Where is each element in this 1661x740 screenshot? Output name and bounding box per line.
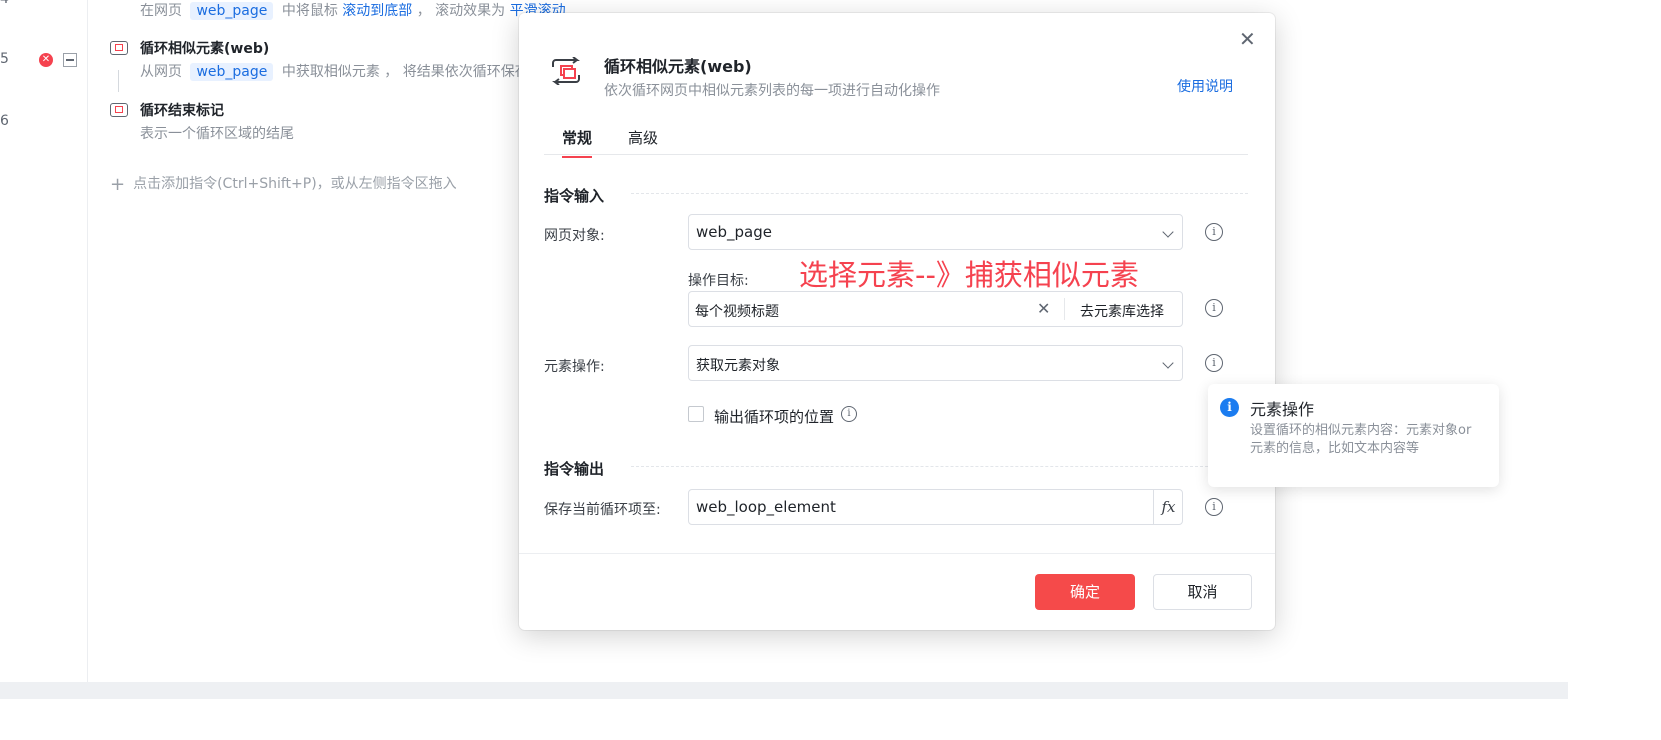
output-position-checkbox[interactable] <box>688 406 704 422</box>
target-element-value: 每个视频标题 <box>695 304 779 320</box>
web-object-select[interactable]: web_page <box>688 214 1183 250</box>
variable-chip[interactable]: web_page <box>190 2 274 20</box>
line-number: 6 <box>0 113 9 129</box>
save-variable-value: web_loop_element <box>696 498 836 516</box>
param-link[interactable]: 滚动到底部 <box>342 3 412 19</box>
tab-general[interactable]: 常规 <box>562 127 593 158</box>
annotation-text: 选择元素--》捕获相似元素 <box>799 258 1139 292</box>
separator <box>1064 298 1065 320</box>
step-description: 表示一个循环区域的结尾 <box>140 126 294 142</box>
info-icon[interactable]: i <box>1205 498 1223 516</box>
info-filled-icon: i <box>1220 398 1239 417</box>
fx-icon[interactable]: fx <box>1153 490 1183 524</box>
loop-end-icon <box>110 103 128 117</box>
dialog-subtitle: 依次循环网页中相似元素列表的每一项进行自动化操作 <box>604 83 940 99</box>
info-icon[interactable]: i <box>1205 299 1223 317</box>
element-library-button[interactable]: 去元素库选择 <box>1080 301 1164 321</box>
tooltip-title: 元素操作 <box>1250 400 1315 419</box>
element-op-value: 获取元素对象 <box>696 358 780 374</box>
cancel-button[interactable]: 取消 <box>1153 574 1252 610</box>
step-description: 从网页 web_page 中获取相似元素 ， 将结果依次循环保存至 <box>140 63 543 81</box>
footer-divider <box>519 553 1275 554</box>
element-op-select[interactable]: 获取元素对象 <box>688 345 1183 381</box>
add-instruction-row[interactable]: + 点击添加指令(Ctrl+Shift+P)，或从左侧指令区拖入 <box>110 173 457 195</box>
variable-chip[interactable]: web_page <box>190 63 274 81</box>
element-op-label: 元素操作: <box>544 359 605 375</box>
target-element-field[interactable]: 每个视频标题 ✕ 去元素库选择 <box>688 291 1183 327</box>
line-gutter <box>0 0 88 682</box>
chevron-down-icon <box>1162 226 1174 238</box>
section-input-title: 指令输入 <box>544 187 605 205</box>
plus-icon: + <box>110 174 126 195</box>
step-title[interactable]: 循环相似元素(web) <box>140 38 269 58</box>
step-description: 在网页 web_page 中将鼠标 滚动到底部 ， 滚动效果为 平滑滚动 <box>140 2 566 20</box>
info-icon[interactable]: i <box>841 406 857 422</box>
dialog-title: 循环相似元素(web) <box>604 57 752 76</box>
tab-advanced[interactable]: 高级 <box>628 127 658 156</box>
step-title[interactable]: 循环结束标记 <box>140 100 224 120</box>
section-output-title: 指令输出 <box>544 460 605 478</box>
close-icon[interactable]: ✕ <box>1239 27 1256 51</box>
info-icon[interactable]: i <box>1205 354 1223 372</box>
section-divider <box>631 193 1248 194</box>
collapse-toggle[interactable] <box>63 53 77 67</box>
error-icon[interactable]: ✕ <box>39 53 53 67</box>
section-divider <box>631 466 1208 467</box>
info-icon[interactable]: i <box>1205 223 1223 241</box>
tooltip-body: 设置循环的相似元素内容：元素对象or元素的信息，比如文本内容等 <box>1250 423 1472 456</box>
confirm-button[interactable]: 确定 <box>1035 574 1135 610</box>
target-label: 操作目标: <box>688 273 749 289</box>
web-object-label: 网页对象: <box>544 228 605 244</box>
loop-similar-icon <box>552 57 580 85</box>
loop-icon <box>110 41 128 55</box>
save-label: 保存当前循环项至: <box>544 502 661 518</box>
add-instruction-hint: 点击添加指令(Ctrl+Shift+P)，或从左侧指令区拖入 <box>133 176 457 192</box>
clear-icon[interactable]: ✕ <box>1037 299 1050 318</box>
tree-connector <box>118 70 119 92</box>
web-object-value: web_page <box>696 223 772 241</box>
output-position-label: 输出循环项的位置 <box>714 408 835 426</box>
bottom-scrollbar[interactable] <box>0 682 1568 699</box>
chevron-down-icon <box>1162 357 1174 369</box>
line-number: 4 <box>0 0 9 7</box>
element-op-tooltip: i 元素操作 设置循环的相似元素内容：元素对象or元素的信息，比如文本内容等 <box>1208 384 1499 487</box>
dialog-tabs: 常规 高级 <box>544 123 1248 158</box>
line-number: 5 <box>0 51 9 67</box>
help-link[interactable]: 使用说明 <box>1177 76 1233 96</box>
save-variable-field[interactable]: web_loop_element fx <box>688 489 1183 525</box>
loop-similar-elements-dialog: ✕ 循环相似元素(web) 依次循环网页中相似元素列表的每一项进行自动化操作 使… <box>519 13 1275 630</box>
